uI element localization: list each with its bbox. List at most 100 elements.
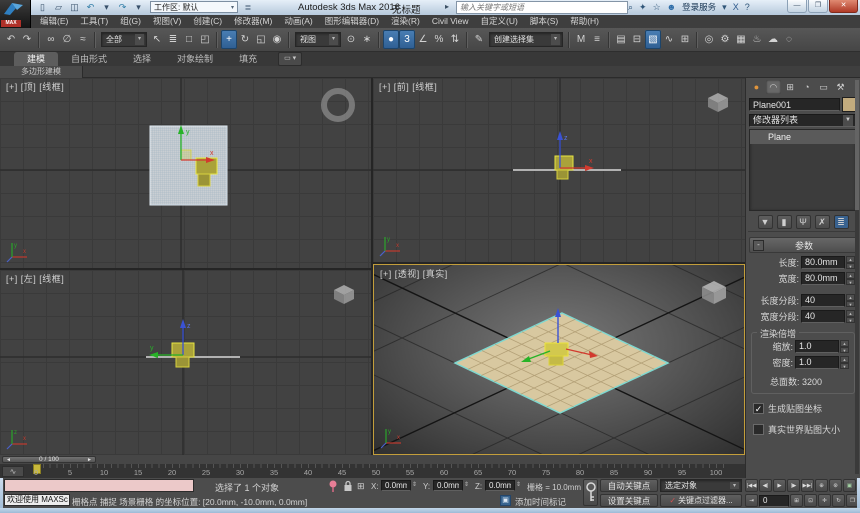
time-configuration-button[interactable]: ⊞: [790, 494, 803, 507]
render-in-cloud-icon[interactable]: ☁: [765, 30, 781, 49]
mini-curve-editor-button[interactable]: ∿: [2, 466, 24, 477]
signin-label[interactable]: 登录服务: [682, 1, 716, 13]
menu-item-10[interactable]: Civil View: [426, 15, 475, 28]
set-keys-button[interactable]: [583, 479, 598, 506]
select-and-scale-icon[interactable]: ◱: [253, 30, 269, 49]
open-file-button[interactable]: ▱: [52, 1, 65, 14]
viewcube-front-icon[interactable]: [705, 90, 731, 114]
bind-to-space-warp-icon[interactable]: ≈: [75, 30, 91, 49]
search-input[interactable]: [456, 1, 628, 14]
pin-stack-icon[interactable]: ▼: [758, 215, 773, 229]
window-crossing-icon[interactable]: ◰: [197, 30, 213, 49]
width-segs-spinner[interactable]: ▲▼: [846, 310, 855, 323]
qat-overflow-icon[interactable]: ≣: [242, 2, 254, 13]
viewport-perspective[interactable]: [+] [透视] [真实] x y: [373, 264, 745, 455]
named-selection-sets-dropdown[interactable]: 创建选择集▾: [489, 32, 563, 47]
utilities-tab-icon[interactable]: ⚒: [833, 80, 848, 94]
redo-button[interactable]: ↷: [116, 1, 129, 14]
frame-forward-icon[interactable]: ►: [87, 457, 92, 463]
ribbon-toggle-icon[interactable]: ▭ ▾: [278, 52, 302, 66]
create-tab-icon[interactable]: ●: [749, 80, 764, 94]
menu-item-5[interactable]: 创建(C): [187, 15, 228, 28]
width-field[interactable]: 80.0mm: [801, 272, 845, 285]
track-bar[interactable]: 0510152025303540455055606570758085909510…: [0, 464, 745, 478]
x-spinner[interactable]: ⇕: [412, 481, 417, 488]
density-spinner[interactable]: ▲▼: [840, 356, 849, 369]
select-and-link-icon[interactable]: ∞: [43, 30, 59, 49]
menu-item-7[interactable]: 动画(A): [278, 15, 318, 28]
ribbon-tab-3[interactable]: 选择: [120, 52, 164, 66]
go-to-start-button[interactable]: |◀◀: [745, 479, 758, 492]
add-time-tag-button[interactable]: 添加时间标记: [515, 496, 566, 508]
undo-flyout[interactable]: ▾: [100, 1, 113, 14]
close-button[interactable]: ✕: [829, 0, 858, 13]
unlink-selection-icon[interactable]: ∅: [59, 30, 75, 49]
menu-item-4[interactable]: 视图(V): [147, 15, 187, 28]
auto-key-button[interactable]: 自动关键点: [600, 479, 658, 492]
viewport-top-label[interactable]: [+] [顶] [线框]: [6, 80, 64, 93]
hierarchy-tab-icon[interactable]: ⊞: [783, 80, 798, 94]
length-segs-field[interactable]: 40: [801, 294, 845, 307]
redo-icon[interactable]: ↷: [19, 30, 35, 49]
menu-item-1[interactable]: 编辑(E): [34, 15, 74, 28]
y-spinner[interactable]: ⇕: [464, 481, 469, 488]
key-filters-button[interactable]: ✓ 关键点过滤器...: [660, 494, 742, 507]
viewport-left-label[interactable]: [+] [左] [线框]: [6, 272, 64, 285]
select-and-move-icon[interactable]: +: [221, 30, 237, 49]
viewcube-perspective-icon[interactable]: [698, 277, 730, 307]
selection-filter-dropdown[interactable]: 全部▾: [101, 32, 147, 47]
ribbon-tab-1[interactable]: 建模: [14, 52, 58, 66]
snaps-3d-icon[interactable]: 3: [399, 30, 415, 49]
width-spinner[interactable]: ▲▼: [846, 272, 855, 285]
search-icon[interactable]: ⌕: [628, 2, 633, 13]
motion-tab-icon[interactable]: ◔: [799, 80, 814, 94]
edit-named-sets-icon[interactable]: ✎: [471, 30, 487, 49]
schematic-view-icon[interactable]: ⊞: [677, 30, 693, 49]
3dsmax-logo[interactable]: MAX: [0, 0, 31, 28]
time-slider-handle[interactable]: ◄ 0 / 100 ►: [2, 456, 96, 463]
z-coord-field[interactable]: [485, 480, 515, 491]
favorites-icon[interactable]: ☆: [653, 2, 661, 13]
viewcube-left-icon[interactable]: [331, 282, 357, 306]
signin-avatar-icon[interactable]: ☻: [667, 2, 676, 13]
maxscript-listener-input[interactable]: 欢迎使用 MAXSc: [4, 494, 70, 506]
modify-tab-icon[interactable]: ◠: [766, 80, 781, 94]
maximize-button[interactable]: ❐: [808, 0, 828, 13]
help-icon[interactable]: ?: [745, 2, 750, 13]
communication-center-icon[interactable]: ✦: [639, 2, 647, 13]
menu-item-6[interactable]: 修改器(M): [228, 15, 278, 28]
set-key-button[interactable]: 设置关键点: [600, 494, 658, 507]
show-end-result-icon[interactable]: ▮: [777, 215, 792, 229]
align-icon[interactable]: ≡: [589, 30, 605, 49]
absolute-offset-toggle-icon[interactable]: ⊞: [357, 481, 365, 492]
render-setup-icon[interactable]: ⚙: [717, 30, 733, 49]
next-frame-button[interactable]: |▶: [787, 479, 800, 492]
menu-item-13[interactable]: 帮助(H): [564, 15, 605, 28]
search-flyout-icon[interactable]: ▸: [445, 2, 449, 11]
new-file-button[interactable]: ▯: [36, 1, 49, 14]
exchange-apps-icon[interactable]: X: [733, 2, 739, 13]
ribbon-tab-2[interactable]: 自由形式: [58, 52, 120, 66]
zoom-button[interactable]: ⊕: [815, 479, 828, 492]
render-last-icon[interactable]: ◌: [781, 30, 797, 49]
selection-lock-pin-icon[interactable]: [328, 480, 338, 493]
layer-manager-icon[interactable]: ▤: [613, 30, 629, 49]
y-coord-field[interactable]: [433, 480, 463, 491]
z-spinner[interactable]: ⇕: [516, 481, 521, 488]
selection-region-icon[interactable]: □: [181, 30, 197, 49]
minimize-button[interactable]: —: [787, 0, 807, 13]
modifier-list-dropdown[interactable]: 修改器列表 ▼: [749, 114, 857, 127]
frame-back-icon[interactable]: ◄: [6, 457, 11, 463]
reference-coordinate-dropdown[interactable]: 视图▾: [295, 32, 341, 47]
panel-scrollbar[interactable]: [855, 80, 859, 474]
render-production-icon[interactable]: ♨: [749, 30, 765, 49]
remove-modifier-icon[interactable]: ✗: [815, 215, 830, 229]
material-editor-icon[interactable]: ◎: [701, 30, 717, 49]
real-world-map-checkbox[interactable]: [753, 424, 764, 435]
density-field[interactable]: 1.0: [795, 356, 839, 369]
select-and-manipulate-icon[interactable]: ∗: [359, 30, 375, 49]
scale-spinner[interactable]: ▲▼: [840, 340, 849, 353]
object-name-field[interactable]: [749, 98, 840, 111]
zoom-extents-button[interactable]: ▣: [843, 479, 856, 492]
orbit-button[interactable]: ↻: [832, 494, 845, 507]
